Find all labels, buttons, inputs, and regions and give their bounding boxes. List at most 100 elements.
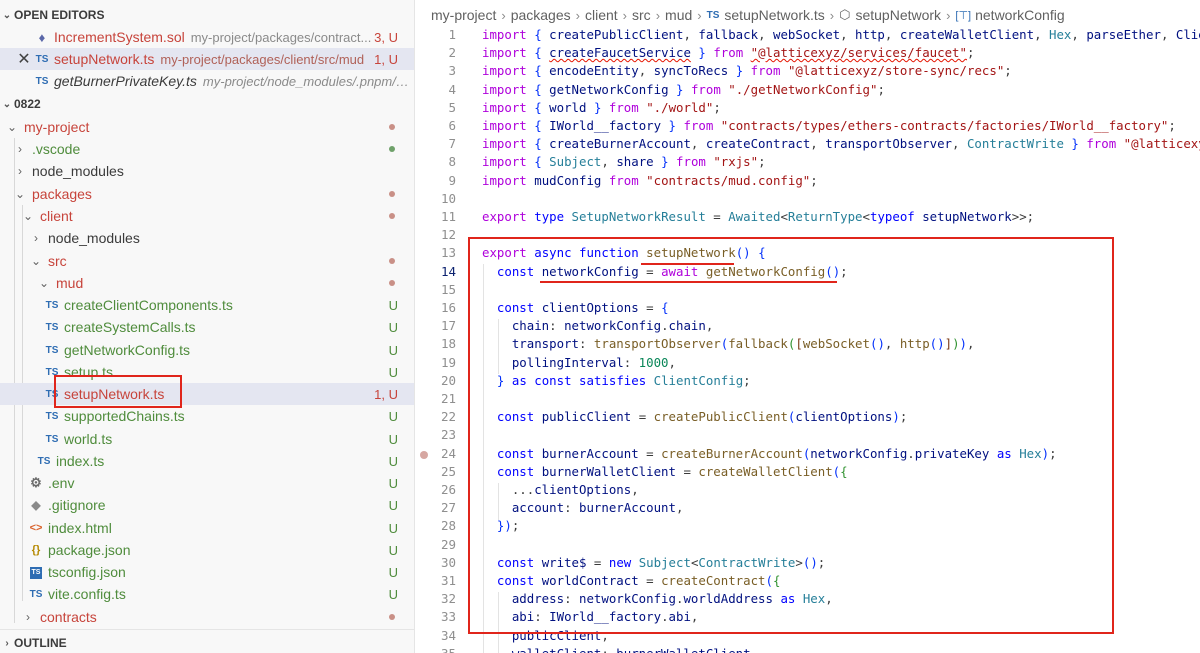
code-line[interactable]: walletClient: burnerWalletClient, bbox=[482, 645, 758, 653]
breadcrumb-item[interactable]: my-project bbox=[431, 7, 496, 23]
tree-folder-mud[interactable]: ⌄ mud bbox=[0, 272, 414, 294]
open-editors-header[interactable]: ⌄ OPEN EDITORS bbox=[0, 4, 414, 26]
tree-file[interactable]: TS index.ts U bbox=[0, 450, 414, 472]
html-file-icon: <> bbox=[29, 522, 43, 534]
code-line[interactable]: export type SetupNetworkResult = Awaited… bbox=[482, 208, 1034, 226]
code-line[interactable]: import { createFaucetService } from "@la… bbox=[482, 44, 974, 62]
breadcrumb-item[interactable]: mud bbox=[665, 7, 692, 23]
workspace-header[interactable]: ⌄ 0822 bbox=[0, 93, 414, 115]
chevron-right-icon: › bbox=[5, 637, 9, 649]
tree-folder-vscode[interactable]: › .vscode bbox=[0, 138, 414, 160]
open-editor-item-active[interactable]: ✕ TS setupNetwork.ts my-project/packages… bbox=[0, 48, 414, 70]
tree-file[interactable]: TS createSystemCalls.ts U bbox=[0, 316, 414, 338]
tree-file[interactable]: {} package.json U bbox=[0, 539, 414, 561]
tree-item-label: index.html bbox=[48, 520, 112, 536]
tree-file[interactable]: ◆ .gitignore U bbox=[0, 494, 414, 516]
tree-folder-packages[interactable]: ⌄ packages bbox=[0, 183, 414, 205]
code-line[interactable]: import { world } from "./world"; bbox=[482, 99, 721, 117]
breadcrumb-item[interactable]: networkConfig bbox=[975, 7, 1065, 23]
line-number: 34 bbox=[440, 628, 456, 643]
tree-item-label: my-project bbox=[24, 119, 90, 135]
tree-folder-node-modules[interactable]: › node_modules bbox=[0, 227, 414, 249]
outline-header[interactable]: › OUTLINE bbox=[0, 632, 414, 653]
underline-mark bbox=[641, 263, 734, 265]
code-line[interactable]: import { getNetworkConfig } from "./getN… bbox=[482, 81, 885, 99]
tree-file[interactable]: ⚙ .env U bbox=[0, 472, 414, 494]
git-status-badge: U bbox=[388, 564, 398, 580]
tree-item-label: mud bbox=[56, 275, 84, 291]
code-editor[interactable]: my-project › packages › client › src › m… bbox=[416, 0, 1200, 653]
line-number: 21 bbox=[440, 391, 456, 406]
tree-file[interactable]: TS createClientComponents.ts U bbox=[0, 294, 414, 316]
open-editor-name: IncrementSystem.sol bbox=[54, 29, 185, 45]
code-line[interactable]: import { createBurnerAccount, createCont… bbox=[482, 135, 1200, 153]
line-number: 5 bbox=[448, 100, 456, 115]
breadcrumb: my-project › packages › client › src › m… bbox=[416, 4, 1200, 26]
highlight-box bbox=[54, 375, 182, 408]
chevron-right-icon: › bbox=[655, 7, 661, 23]
chevron-down-icon: ⌄ bbox=[38, 276, 50, 290]
chevron-right-icon: › bbox=[501, 7, 506, 23]
line-number: 35 bbox=[416, 645, 456, 653]
breakpoint-hint-icon[interactable] bbox=[420, 451, 428, 459]
breadcrumb-item[interactable]: setupNetwork bbox=[855, 7, 941, 23]
tree-item-label: node_modules bbox=[32, 163, 124, 179]
tree-file[interactable]: TS supportedChains.ts U bbox=[0, 405, 414, 427]
gear-icon: ⚙ bbox=[30, 475, 42, 490]
highlight-box bbox=[468, 237, 1114, 634]
open-editor-path: my-project/packages/client/src/mud bbox=[160, 51, 365, 67]
tree-folder-src[interactable]: ⌄ src bbox=[0, 250, 414, 272]
code-line[interactable]: import { Subject, share } from "rxjs"; bbox=[482, 153, 766, 171]
untracked-dot bbox=[389, 146, 395, 152]
git-status-badge: U bbox=[388, 408, 398, 424]
tree-item-label: getNetworkConfig.ts bbox=[64, 342, 191, 358]
breadcrumb-item[interactable]: src bbox=[632, 7, 651, 23]
tree-folder-client[interactable]: ⌄ client bbox=[0, 205, 414, 227]
code-line[interactable]: import mudConfig from "contracts/mud.con… bbox=[482, 172, 818, 190]
code-line[interactable]: import { encodeEntity, syncToRecs } from… bbox=[482, 62, 1012, 80]
function-symbol-icon: ⬡ bbox=[839, 7, 851, 22]
chevron-right-icon: › bbox=[946, 7, 951, 23]
git-status-badge: 1, U bbox=[374, 386, 398, 402]
breadcrumb-item[interactable]: client bbox=[585, 7, 618, 23]
breadcrumb-item[interactable]: setupNetwork.ts bbox=[724, 7, 824, 23]
tree-folder-my-project[interactable]: ⌄ my-project bbox=[0, 116, 414, 138]
chevron-down-icon: ⌄ bbox=[6, 120, 18, 134]
git-status-badge: U bbox=[388, 453, 398, 469]
tree-folder-node-modules[interactable]: › node_modules bbox=[0, 160, 414, 182]
variable-symbol-icon: [⊤] bbox=[955, 9, 972, 22]
line-number: 18 bbox=[440, 336, 456, 351]
tree-file[interactable]: TS vite.config.ts U bbox=[0, 583, 414, 605]
close-icon[interactable]: ✕ bbox=[17, 49, 31, 69]
line-number: 33 bbox=[440, 609, 456, 624]
line-number: 12 bbox=[440, 227, 456, 242]
tree-item-label: createClientComponents.ts bbox=[64, 297, 233, 313]
tree-file[interactable]: TS getNetworkConfig.ts U bbox=[0, 339, 414, 361]
tree-file[interactable]: TS tsconfig.json U bbox=[0, 561, 414, 583]
line-number: 1 bbox=[448, 27, 456, 42]
code-line[interactable]: import { createPublicClient, fallback, w… bbox=[482, 26, 1200, 44]
tree-file[interactable]: <> index.html U bbox=[0, 517, 414, 539]
tree-item-label: tsconfig.json bbox=[48, 564, 126, 580]
line-number: 7 bbox=[448, 136, 456, 151]
tree-item-label: supportedChains.ts bbox=[64, 408, 185, 424]
line-number: 30 bbox=[440, 555, 456, 570]
line-number: 25 bbox=[440, 464, 456, 479]
open-editor-item[interactable]: TS getBurnerPrivateKey.ts my-project/nod… bbox=[0, 70, 414, 92]
tree-item-label: package.json bbox=[48, 542, 131, 558]
line-number: 22 bbox=[440, 409, 456, 424]
open-editor-item[interactable]: ♦ IncrementSystem.sol my-project/package… bbox=[0, 26, 414, 48]
code-line[interactable]: import { IWorld__factory } from "contrac… bbox=[482, 117, 1176, 135]
tree-file[interactable]: TS world.ts U bbox=[0, 428, 414, 450]
breadcrumb-item[interactable]: packages bbox=[511, 7, 571, 23]
chevron-down-icon: ⌄ bbox=[2, 98, 12, 110]
git-icon: ◆ bbox=[31, 498, 41, 512]
tree-item-label: node_modules bbox=[48, 230, 140, 246]
workspace-title: 0822 bbox=[14, 97, 41, 111]
line-number: 19 bbox=[440, 355, 456, 370]
chevron-right-icon: › bbox=[18, 142, 22, 156]
typescript-file-icon: TS bbox=[45, 344, 59, 356]
tree-item-label: .vscode bbox=[32, 141, 81, 157]
tree-folder-contracts[interactable]: › contracts bbox=[0, 606, 414, 628]
outline-title: OUTLINE bbox=[14, 636, 67, 650]
